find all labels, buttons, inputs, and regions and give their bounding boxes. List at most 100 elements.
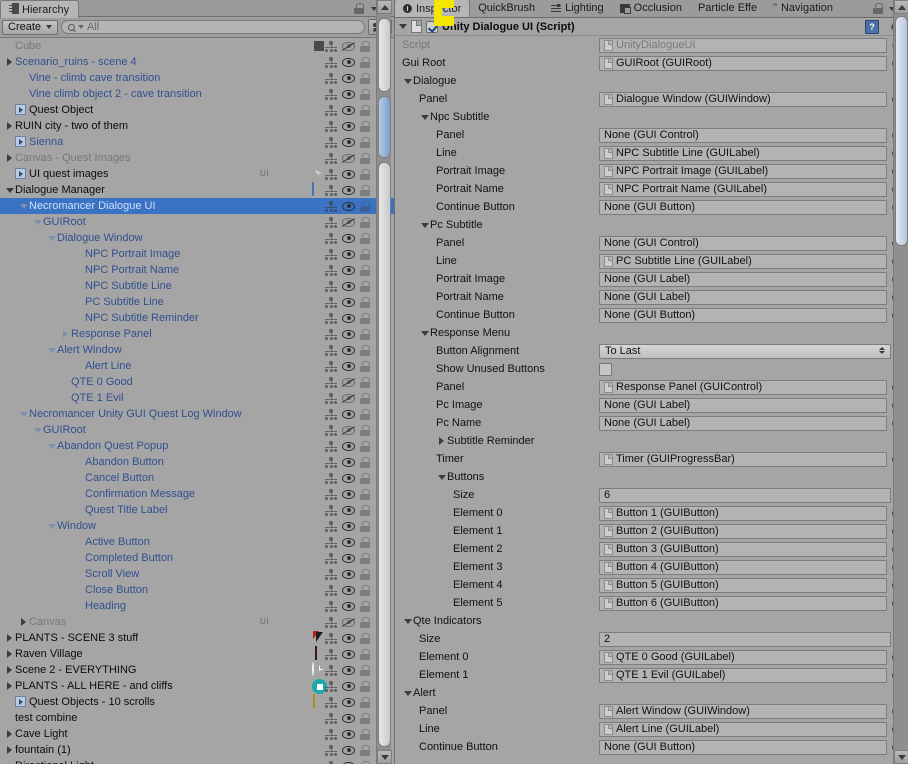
property-row[interactable]: Element 0 QTE 0 Good (GUILabel) bbox=[394, 648, 908, 666]
eye-icon[interactable] bbox=[342, 585, 355, 596]
chevron-right-icon[interactable] bbox=[18, 618, 29, 626]
hierarchy-row[interactable]: NPC Subtitle Reminder bbox=[0, 310, 394, 326]
prefab-connection-icon[interactable] bbox=[325, 488, 337, 500]
object-field[interactable]: None (GUI Label) bbox=[599, 271, 887, 287]
chevron-right-icon[interactable] bbox=[60, 330, 71, 338]
object-field[interactable]: QTE 1 Evil (GUILabel) bbox=[599, 667, 887, 683]
lock-icon[interactable] bbox=[360, 680, 370, 692]
prefab-connection-icon[interactable] bbox=[325, 472, 337, 484]
tab-occlusion[interactable]: Occlusion bbox=[612, 0, 690, 17]
prefab-connection-icon[interactable] bbox=[325, 744, 337, 756]
prefab-connection-icon[interactable] bbox=[325, 104, 337, 116]
object-field[interactable]: None (GUI Button) bbox=[599, 199, 887, 215]
lock-icon[interactable] bbox=[360, 200, 370, 212]
eye-icon[interactable] bbox=[342, 57, 355, 68]
property-row[interactable]: Size 6 bbox=[394, 486, 908, 504]
hierarchy-row[interactable]: Directional Light bbox=[0, 758, 394, 764]
lock-icon[interactable] bbox=[360, 408, 370, 420]
property-row[interactable]: Continue Button None (GUI Button) bbox=[394, 738, 908, 756]
hierarchy-scroll-down-button[interactable] bbox=[377, 750, 392, 764]
eye-off-icon[interactable] bbox=[341, 377, 356, 388]
hierarchy-row[interactable]: PC Subtitle Line bbox=[0, 294, 394, 310]
hierarchy-row[interactable]: Quest Title Label bbox=[0, 502, 394, 518]
inspector-lock-icon[interactable] bbox=[873, 3, 883, 14]
hierarchy-row[interactable]: Heading bbox=[0, 598, 394, 614]
lock-icon[interactable] bbox=[360, 264, 370, 276]
lock-icon[interactable] bbox=[360, 280, 370, 292]
object-field[interactable]: UnityDialogueUI bbox=[599, 37, 887, 53]
prefab-connection-icon[interactable] bbox=[325, 184, 337, 196]
lock-icon[interactable] bbox=[360, 760, 370, 764]
create-button[interactable]: Create bbox=[2, 19, 59, 35]
hierarchy-row[interactable]: Abandon Quest Popup bbox=[0, 438, 394, 454]
object-field[interactable]: None (GUI Label) bbox=[599, 289, 887, 305]
property-row[interactable]: Element 4 Button 5 (GUIButton) bbox=[394, 576, 908, 594]
object-field[interactable]: None (GUI Button) bbox=[599, 307, 887, 323]
eye-icon[interactable] bbox=[342, 409, 355, 420]
hierarchy-row[interactable]: NPC Portrait Name bbox=[0, 262, 394, 278]
lock-icon[interactable] bbox=[360, 392, 370, 404]
hierarchy-row[interactable]: Sienna bbox=[0, 134, 394, 150]
hierarchy-row[interactable]: fountain (1) bbox=[0, 742, 394, 758]
hierarchy-row[interactable]: Completed Button bbox=[0, 550, 394, 566]
hierarchy-row[interactable]: Canvas - Quest Images bbox=[0, 150, 394, 166]
object-field[interactable]: Response Panel (GUIControl) bbox=[599, 379, 887, 395]
hierarchy-row[interactable]: Close Button bbox=[0, 582, 394, 598]
object-field[interactable]: Timer (GUIProgressBar) bbox=[599, 451, 887, 467]
eye-icon[interactable] bbox=[342, 233, 355, 244]
property-row[interactable]: Panel Alert Window (GUIWindow) bbox=[394, 702, 908, 720]
component-foldout-icon[interactable] bbox=[399, 24, 407, 29]
lock-icon[interactable] bbox=[360, 520, 370, 532]
hierarchy-row[interactable]: PLANTS - SCENE 3 stuff bbox=[0, 630, 394, 646]
property-row[interactable]: Pc Name None (GUI Label) bbox=[394, 414, 908, 432]
lock-icon[interactable] bbox=[360, 584, 370, 596]
array-size-field[interactable]: 2 bbox=[599, 631, 891, 647]
prefab-connection-icon[interactable] bbox=[325, 696, 337, 708]
property-row[interactable]: Script UnityDialogueUI bbox=[394, 36, 908, 54]
prefab-connection-icon[interactable] bbox=[325, 168, 337, 180]
component-header[interactable]: Unity Dialogue UI (Script) ? bbox=[394, 18, 908, 36]
chevron-down-icon[interactable] bbox=[419, 114, 430, 120]
lock-icon[interactable] bbox=[360, 184, 370, 196]
property-row[interactable]: Continue Button None (GUI Button) bbox=[394, 198, 908, 216]
prefab-connection-icon[interactable] bbox=[325, 680, 337, 692]
inspector-scroll-down-button[interactable] bbox=[894, 750, 908, 764]
prefab-connection-icon[interactable] bbox=[325, 408, 337, 420]
eye-icon[interactable] bbox=[342, 297, 355, 308]
lock-icon[interactable] bbox=[360, 600, 370, 612]
prefab-connection-icon[interactable] bbox=[325, 712, 337, 724]
property-row[interactable]: Alert bbox=[394, 684, 908, 702]
eye-off-icon[interactable] bbox=[341, 617, 356, 628]
inspector-scrollbar[interactable] bbox=[893, 0, 908, 764]
hierarchy-row[interactable]: Raven Village bbox=[0, 646, 394, 662]
hierarchy-row[interactable]: QTE 1 Evil bbox=[0, 390, 394, 406]
eye-off-icon[interactable] bbox=[341, 425, 356, 436]
inspector-scroll-up-button[interactable] bbox=[894, 0, 908, 14]
eye-icon[interactable] bbox=[342, 633, 355, 644]
property-row[interactable]: Qte Indicators bbox=[394, 612, 908, 630]
lock-icon[interactable] bbox=[360, 40, 370, 52]
object-field[interactable]: Alert Window (GUIWindow) bbox=[599, 703, 887, 719]
hierarchy-row[interactable]: Cube bbox=[0, 38, 394, 54]
object-field[interactable]: None (GUI Control) bbox=[599, 127, 887, 143]
object-field[interactable]: NPC Portrait Image (GUILabel) bbox=[599, 163, 887, 179]
chevron-down-icon[interactable] bbox=[46, 443, 57, 449]
hierarchy-row[interactable]: Cancel Button bbox=[0, 470, 394, 486]
eye-icon[interactable] bbox=[342, 185, 355, 196]
hierarchy-scrollbar[interactable] bbox=[376, 0, 392, 764]
enum-dropdown[interactable]: To Last bbox=[599, 343, 891, 359]
prefab-connection-icon[interactable] bbox=[325, 392, 337, 404]
eye-icon[interactable] bbox=[342, 601, 355, 612]
chevron-down-icon[interactable] bbox=[402, 618, 413, 624]
lock-icon[interactable] bbox=[360, 104, 370, 116]
prefab-connection-icon[interactable] bbox=[325, 56, 337, 68]
eye-icon[interactable] bbox=[342, 553, 355, 564]
eye-icon[interactable] bbox=[342, 105, 355, 116]
eye-icon[interactable] bbox=[342, 265, 355, 276]
property-row[interactable]: Line PC Subtitle Line (GUILabel) bbox=[394, 252, 908, 270]
chevron-down-icon[interactable] bbox=[18, 411, 29, 417]
hierarchy-row[interactable]: test combine bbox=[0, 710, 394, 726]
object-field[interactable]: Button 5 (GUIButton) bbox=[599, 577, 887, 593]
hierarchy-row[interactable]: Quest Object bbox=[0, 102, 394, 118]
lock-icon[interactable] bbox=[360, 424, 370, 436]
